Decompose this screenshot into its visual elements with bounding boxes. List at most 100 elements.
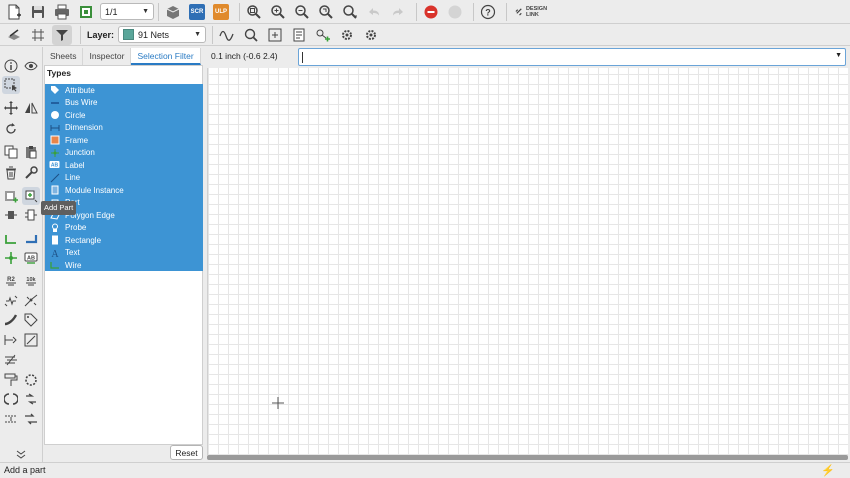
list-item[interactable]: Frame: [45, 134, 203, 147]
zoom-fit-icon[interactable]: [244, 2, 264, 22]
settings-gear-icon[interactable]: [337, 25, 357, 45]
add-element-icon[interactable]: [313, 25, 333, 45]
sheet-select[interactable]: 1/1 ▼: [100, 3, 154, 20]
design-rules-gear-icon[interactable]: [361, 25, 381, 45]
tab-inspector[interactable]: Inspector: [83, 48, 132, 65]
pin-icon[interactable]: [2, 331, 20, 349]
rectangle-icon: [49, 235, 60, 245]
tooltip: Add Part: [41, 201, 77, 215]
route-arrows-icon[interactable]: [22, 410, 40, 428]
attribute-tag-icon[interactable]: [22, 311, 40, 329]
tab-selection-filter[interactable]: Selection Filter: [131, 48, 201, 65]
list-item[interactable]: A Text: [45, 247, 203, 260]
add-module-icon[interactable]: [2, 187, 20, 205]
layer-select[interactable]: 91 Nets ▼: [118, 26, 207, 43]
split-icon[interactable]: [22, 292, 40, 310]
list-item[interactable]: Wire: [45, 259, 203, 272]
draw-line-icon[interactable]: [22, 331, 40, 349]
junction-icon: [49, 148, 60, 158]
list-item-label: Attribute: [65, 85, 95, 95]
redo-icon[interactable]: [388, 2, 408, 22]
copy-icon[interactable]: [2, 143, 20, 161]
ulp-button[interactable]: ULP: [211, 2, 231, 22]
zoom-select-icon[interactable]: [340, 2, 360, 22]
eye-icon[interactable]: [22, 57, 40, 75]
ulp-badge: ULP: [213, 3, 229, 20]
list-item[interactable]: Rectangle: [45, 234, 203, 247]
label-icon[interactable]: AB: [22, 249, 40, 267]
layer-select-value: 91 Nets: [138, 29, 170, 40]
replace-icon[interactable]: [2, 206, 20, 224]
go-icon[interactable]: [445, 2, 465, 22]
select-icon[interactable]: [2, 76, 20, 94]
scr-script-button[interactable]: SCR: [187, 2, 207, 22]
list-item[interactable]: Dimension: [45, 122, 203, 135]
circle-dashed-icon[interactable]: [22, 371, 40, 389]
reset-button[interactable]: Reset: [170, 445, 203, 460]
new-file-icon[interactable]: [4, 2, 24, 22]
crosshair-cursor-icon: [272, 397, 284, 409]
zoom-in-icon[interactable]: [268, 2, 288, 22]
probe-icon: [49, 223, 60, 233]
name-icon[interactable]: R2: [2, 271, 20, 289]
search-part-icon[interactable]: [241, 25, 261, 45]
add-part-icon[interactable]: [22, 187, 40, 205]
help-icon[interactable]: ?: [478, 2, 498, 22]
toolbar-divider: [506, 2, 507, 21]
list-item[interactable]: Module Instance: [45, 184, 203, 197]
design-link-button[interactable]: DESIGN LINK: [511, 2, 551, 22]
wrench-icon[interactable]: [22, 164, 40, 182]
net-icon[interactable]: [2, 230, 20, 248]
stop-icon[interactable]: [421, 2, 441, 22]
component-icon[interactable]: [265, 25, 285, 45]
command-input[interactable]: ▼: [298, 48, 846, 66]
chevron-down-icon[interactable]: ▼: [835, 52, 842, 59]
grid-icon[interactable]: [28, 25, 48, 45]
zoom-redraw-icon[interactable]: [316, 2, 336, 22]
miter-icon[interactable]: [2, 311, 20, 329]
list-item[interactable]: Probe: [45, 222, 203, 235]
wire-style-icon[interactable]: [217, 25, 237, 45]
layer-settings-icon[interactable]: [4, 25, 24, 45]
list-item[interactable]: AB Label: [45, 159, 203, 172]
print-icon[interactable]: [52, 2, 72, 22]
list-item-label: Bus Wire: [65, 98, 98, 108]
mirror-icon[interactable]: [22, 99, 40, 117]
junction-icon[interactable]: [2, 249, 20, 267]
arc-icon[interactable]: [2, 390, 20, 408]
zoom-out-icon[interactable]: [292, 2, 312, 22]
side-panel: Sheets Inspector Selection Filter Types …: [44, 47, 204, 462]
schematic-canvas[interactable]: [207, 68, 848, 455]
gate-swap-icon[interactable]: [22, 206, 40, 224]
cam-processor-icon[interactable]: [76, 2, 96, 22]
expand-chevrons-icon[interactable]: [12, 445, 30, 463]
move-icon[interactable]: [2, 99, 20, 117]
undo-icon[interactable]: [364, 2, 384, 22]
library-icon[interactable]: [289, 25, 309, 45]
rotate-icon[interactable]: [2, 120, 20, 138]
filter-icon[interactable]: [52, 24, 72, 45]
list-item[interactable]: Attribute: [45, 84, 203, 97]
delete-icon[interactable]: [2, 164, 20, 182]
save-icon[interactable]: [28, 2, 48, 22]
lightning-bolt-icon[interactable]: ⚡: [821, 464, 835, 477]
parameter-toolbar: Layer: 91 Nets ▼: [0, 24, 850, 46]
horizontal-scrollbar[interactable]: [207, 455, 848, 460]
meander-icon[interactable]: [2, 351, 20, 369]
value-icon[interactable]: 10k: [22, 271, 40, 289]
dimension-icon[interactable]: [2, 410, 20, 428]
board-icon[interactable]: [163, 2, 183, 22]
list-item[interactable]: Circle: [45, 109, 203, 122]
ripup-icon[interactable]: [22, 390, 40, 408]
paste-icon[interactable]: [22, 143, 40, 161]
list-item[interactable]: Line: [45, 172, 203, 185]
tag-icon: [49, 85, 60, 95]
module-icon: [49, 185, 60, 195]
list-item[interactable]: Junction: [45, 147, 203, 160]
paint-roller-icon[interactable]: [2, 371, 20, 389]
list-item[interactable]: Bus Wire: [45, 97, 203, 110]
smash-icon[interactable]: [2, 292, 20, 310]
tab-sheets[interactable]: Sheets: [44, 48, 84, 65]
info-icon[interactable]: [2, 57, 20, 75]
bus-icon[interactable]: [22, 230, 40, 248]
